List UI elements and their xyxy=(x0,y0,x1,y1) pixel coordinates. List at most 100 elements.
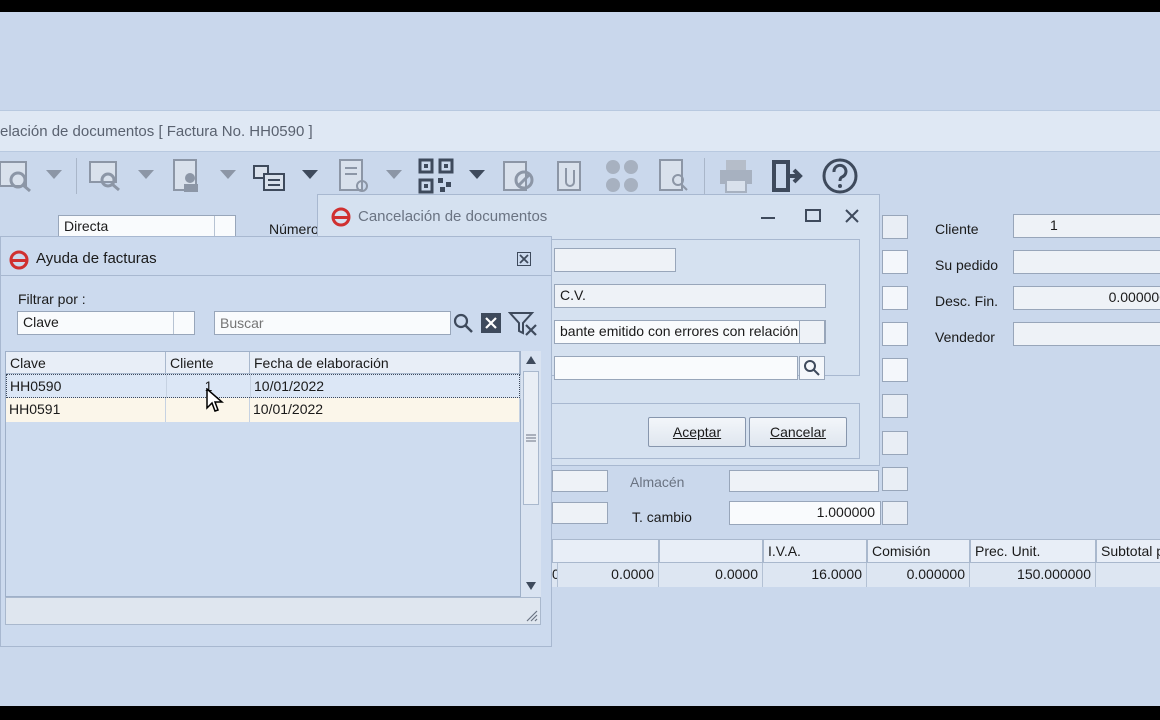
su-pedido-field[interactable] xyxy=(1013,250,1160,274)
cancel-document-icon[interactable] xyxy=(502,158,538,194)
almacen-field[interactable] xyxy=(729,470,879,492)
main-window-title: elación de documentos [ Factura No. HH05… xyxy=(0,123,313,140)
folio-field[interactable] xyxy=(554,356,798,380)
chevron-down-icon[interactable] xyxy=(302,170,318,179)
chevron-down-icon[interactable] xyxy=(386,170,402,179)
chevron-down-icon[interactable] xyxy=(220,170,236,179)
grid-header-subtotal[interactable]: Subtotal p xyxy=(1096,539,1160,563)
field-button[interactable] xyxy=(882,358,908,382)
search-document-icon[interactable] xyxy=(0,158,36,194)
client-document-icon[interactable] xyxy=(170,158,206,194)
chevron-down-icon[interactable] xyxy=(799,320,825,344)
almacen-label: Almacén xyxy=(630,474,685,490)
help-icon[interactable] xyxy=(822,158,858,194)
filter-select[interactable]: Clave xyxy=(17,311,195,335)
search-input[interactable] xyxy=(214,311,451,335)
warehouse-icon[interactable] xyxy=(252,158,288,194)
clear-filter-icon[interactable] xyxy=(508,309,538,337)
calendar-icon[interactable] xyxy=(882,431,908,455)
status-bar xyxy=(5,597,541,625)
chevron-down-icon[interactable] xyxy=(214,216,235,238)
app-logo-icon xyxy=(9,250,29,270)
desktop-area xyxy=(0,12,1160,110)
attachment-icon[interactable] xyxy=(552,158,588,194)
column-header-clave[interactable]: Clave xyxy=(6,352,166,374)
application-screen: elación de documentos [ Factura No. HH05… xyxy=(0,12,1160,706)
minimize-icon[interactable] xyxy=(761,217,775,219)
close-icon[interactable] xyxy=(517,252,531,266)
filter-label: Filtrar por : xyxy=(18,291,86,307)
close-icon[interactable] xyxy=(845,209,859,223)
document-list-icon[interactable] xyxy=(336,158,372,194)
invoice-help-dialog: Ayuda de facturas Filtrar por : Clave Cl… xyxy=(0,236,552,647)
grid-header-prec-unit[interactable]: Prec. Unit. xyxy=(970,539,1096,563)
items-grid: I.V.A. Comisión Prec. Unit. Subtotal p 0… xyxy=(552,539,1160,591)
column-header-cliente[interactable]: Cliente xyxy=(166,352,250,374)
cell-fecha[interactable]: 10/01/2022 xyxy=(250,398,520,422)
field-button[interactable] xyxy=(882,322,908,346)
cell-clave[interactable]: HH0591 xyxy=(6,398,166,422)
mouse-cursor-icon xyxy=(206,388,224,412)
print-icon[interactable] xyxy=(718,158,754,194)
t-cambio-label: T. cambio xyxy=(632,509,692,525)
chevron-down-icon[interactable] xyxy=(138,170,154,179)
t-cambio-field[interactable]: 1.000000 xyxy=(729,501,881,525)
cancel-button[interactable]: Cancelar xyxy=(749,417,847,447)
qr-code-icon[interactable] xyxy=(418,158,454,194)
grid-cell-prec-unit[interactable]: 150.000000 xyxy=(970,563,1096,587)
grid-header-comision[interactable]: Comisión xyxy=(867,539,970,563)
grid-header[interactable] xyxy=(659,539,763,563)
exit-icon[interactable] xyxy=(770,158,806,194)
app-logo-icon xyxy=(331,207,351,227)
divider xyxy=(1,275,551,276)
apps-icon[interactable] xyxy=(604,158,640,194)
chevron-down-icon[interactable] xyxy=(46,170,62,179)
field-button[interactable] xyxy=(882,250,908,274)
clear-icon[interactable] xyxy=(479,311,503,335)
search-icon[interactable] xyxy=(882,467,908,491)
grid-cell[interactable]: 0.0000 xyxy=(558,563,659,587)
hidden-field[interactable] xyxy=(552,470,608,492)
calendar-icon[interactable] xyxy=(882,215,908,239)
client-name-field[interactable]: C.V. xyxy=(554,284,826,308)
grid-cell-iva[interactable]: 16.0000 xyxy=(763,563,867,587)
document-type-value: Directa xyxy=(64,218,109,234)
chevron-down-icon[interactable] xyxy=(469,170,485,179)
maximize-icon[interactable] xyxy=(805,209,821,222)
scroll-up-icon[interactable] xyxy=(526,356,536,364)
cliente-field[interactable]: 1 xyxy=(1013,214,1160,238)
chevron-down-icon[interactable] xyxy=(173,312,194,334)
field-button[interactable] xyxy=(882,286,908,310)
resize-grip-icon[interactable] xyxy=(524,608,538,622)
hidden-field[interactable] xyxy=(552,502,608,524)
table-row[interactable]: HH0590 1 10/01/2022 xyxy=(6,374,521,399)
grid-cell[interactable]: 0.0000 xyxy=(659,563,763,587)
vertical-scrollbar[interactable] xyxy=(521,351,541,597)
column-header-fecha[interactable]: Fecha de elaboración xyxy=(250,352,520,374)
grid-cell-comision[interactable]: 0.000000 xyxy=(867,563,970,587)
search-icon[interactable] xyxy=(799,356,825,380)
table-row[interactable]: HH0591 10/01/2022 xyxy=(6,398,520,422)
grid-cell-subtotal[interactable] xyxy=(1096,563,1160,587)
cell-fecha[interactable]: 10/01/2022 xyxy=(251,375,521,399)
desc-fin-field[interactable]: 0.000000 xyxy=(1013,286,1160,310)
search-icon[interactable] xyxy=(451,311,475,335)
grip-icon xyxy=(526,434,536,442)
toolbar-separator xyxy=(704,158,705,194)
accept-button[interactable]: Aceptar xyxy=(648,417,746,447)
vendedor-field[interactable] xyxy=(1013,322,1160,346)
desc-fin-label: Desc. Fin. xyxy=(935,293,999,309)
motivo-field[interactable]: bante emitido con errores con relación. xyxy=(554,320,826,344)
calculator-icon[interactable] xyxy=(882,501,908,525)
calendar-icon[interactable] xyxy=(882,394,908,418)
document-search-icon[interactable] xyxy=(656,158,692,194)
dialog-title: Cancelación de documentos xyxy=(358,208,548,225)
scroll-down-icon[interactable] xyxy=(526,582,536,590)
grid-header-iva[interactable]: I.V.A. xyxy=(763,539,867,563)
grid-header[interactable] xyxy=(552,539,659,563)
main-window-title-bar: elación de documentos [ Factura No. HH05… xyxy=(0,110,1160,152)
cell-clave[interactable]: HH0590 xyxy=(7,375,167,399)
document-field[interactable] xyxy=(554,248,676,272)
view-document-icon[interactable] xyxy=(88,158,124,194)
numero-label: Número xyxy=(269,221,319,237)
